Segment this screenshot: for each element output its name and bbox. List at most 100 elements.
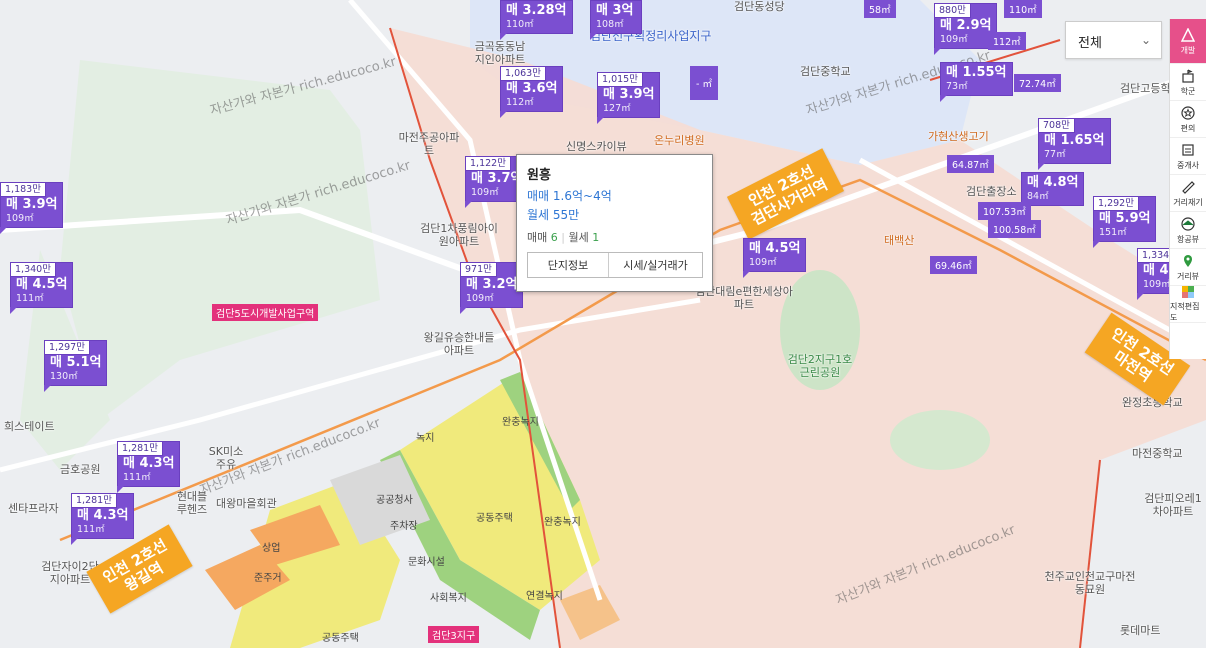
marker-unit-price: 1,281만 xyxy=(117,441,163,456)
marker-tail xyxy=(597,117,604,124)
price-marker[interactable]: 1,340만 매 4.5억 111㎡ xyxy=(10,262,74,314)
area-marker-label: 100.58㎡ xyxy=(988,220,1041,238)
tool-school[interactable]: 학군 xyxy=(1170,64,1206,101)
poi-label[interactable]: 금곡동동남지인아파트 xyxy=(470,40,530,66)
poi-label[interactable]: 태백산 xyxy=(884,234,914,247)
zone-label: 문화시설 xyxy=(408,557,445,568)
zone-label: 연결녹지 xyxy=(526,591,563,602)
price-history-button[interactable]: 시세/실거래가 xyxy=(608,253,702,277)
price-marker[interactable]: 매 3.28억 110㎡ xyxy=(500,0,573,40)
marker-area: 109㎡ xyxy=(466,293,494,304)
marker-price: 매 3억 xyxy=(596,3,634,18)
marker-price: 매 3.9억 xyxy=(6,197,58,212)
marker-unit-price: 1,297만 xyxy=(44,340,90,355)
price-marker[interactable]: 1,063만 매 3.6억 112㎡ xyxy=(500,66,564,118)
poi-label[interactable]: 대왕마을회관 xyxy=(216,497,277,510)
marker-area: 109㎡ xyxy=(471,187,499,198)
rent-count-label: 월세 xyxy=(568,231,589,244)
poi-label[interactable]: 마전주공아파트 xyxy=(396,131,462,157)
marker-price: 매 4.3억 xyxy=(77,508,129,523)
map-canvas[interactable]: 자산가와 자본가 rich.educoco.kr 자산가와 자본가 rich.e… xyxy=(0,0,1206,648)
area-marker[interactable]: 64.87㎡ xyxy=(947,155,994,173)
price-marker[interactable]: 1,297만 매 5.1억 130㎡ xyxy=(44,340,108,392)
poi-label[interactable]: 마전중학교 xyxy=(1132,447,1183,460)
area-marker-label: 110㎡ xyxy=(1004,0,1042,18)
poi-label[interactable]: 검단출장소 xyxy=(966,185,1017,198)
price-marker[interactable]: 매 4.5억 109㎡ xyxy=(743,238,807,278)
poi-label[interactable]: 왕길유승한내들아파트 xyxy=(420,331,498,357)
poi-label[interactable]: 가현산생고기 xyxy=(928,130,989,143)
area-marker[interactable]: 112㎡ xyxy=(988,32,1026,50)
poi-label[interactable]: 롯데마트 xyxy=(1120,624,1160,637)
area-marker[interactable]: 107.53㎡ xyxy=(978,202,1031,220)
area-marker[interactable]: 110㎡ xyxy=(1004,0,1042,18)
price-marker[interactable]: 매 3억 108㎡ xyxy=(590,0,642,40)
zone-tag[interactable]: 검단3지구 xyxy=(428,626,480,643)
marker-unit-price: 1,292만 xyxy=(1093,196,1139,211)
tool-development[interactable]: 개발 xyxy=(1170,19,1206,64)
poi-label[interactable]: 금호공원 xyxy=(60,463,100,476)
poi-label[interactable]: 검단중학교 xyxy=(800,65,851,78)
price-marker[interactable]: 1,281만 매 4.3억 111㎡ xyxy=(117,441,181,493)
tool-cadastral-map[interactable]: 지적편집도 xyxy=(1170,286,1206,323)
area-marker[interactable]: - ㎡ xyxy=(690,66,718,100)
marker-area: 111㎡ xyxy=(77,524,105,535)
poi-label[interactable]: 온누리병원 xyxy=(654,134,705,147)
price-marker[interactable]: 708만 매 1.65억 77㎡ xyxy=(1038,118,1111,170)
area-marker[interactable]: 72.74㎡ xyxy=(1014,74,1061,92)
tool-agent[interactable]: 중개사 xyxy=(1170,138,1206,175)
marker-price: 매 3.6억 xyxy=(506,81,558,96)
zone-label: 사회복지 xyxy=(430,593,467,604)
marker-area: 110㎡ xyxy=(506,19,534,30)
complex-info-button[interactable]: 단지정보 xyxy=(528,253,608,277)
poi-label[interactable]: 신명스카이뷰 xyxy=(566,140,627,153)
price-marker[interactable]: 971만 매 3.2억 109㎡ xyxy=(460,262,524,314)
popup-counts: 매매 6 | 월세 1 xyxy=(527,231,600,244)
zone-label: 주차장 xyxy=(390,521,418,532)
marker-tail xyxy=(44,385,51,392)
poi-label[interactable]: 현대블루헨즈 xyxy=(172,490,212,516)
marker-price: 매 2.9억 xyxy=(940,18,992,33)
poi-label[interactable]: 센타프라자 xyxy=(8,502,59,515)
area-marker-label: - ㎡ xyxy=(690,66,718,100)
area-marker[interactable]: 69.46㎡ xyxy=(930,256,977,274)
poi-label[interactable]: 검단2지구1호근린공원 xyxy=(784,353,856,379)
tool-measure[interactable]: 거리재기 xyxy=(1170,175,1206,212)
price-marker[interactable]: 1,015만 매 3.9억 127㎡ xyxy=(597,72,661,124)
marker-area: 130㎡ xyxy=(50,371,78,382)
poi-label[interactable]: 희스테이트 xyxy=(4,420,55,433)
price-marker[interactable]: 1,292만 매 5.9억 151㎡ xyxy=(1093,196,1157,248)
poi-label[interactable]: 천주교인천교구마전동묘원 xyxy=(1040,570,1140,596)
complex-popup[interactable]: 원흥 매매 1.6억~4억 월세 55만 매매 6 | 월세 1 단지정보 시세… xyxy=(516,154,713,292)
marker-unit-price: 708만 xyxy=(1038,118,1075,133)
sale-count-label: 매매 xyxy=(527,231,548,244)
school-icon xyxy=(1180,68,1196,84)
price-marker[interactable]: 매 1.55억 73㎡ xyxy=(940,62,1013,102)
marker-price: 매 3.7억 xyxy=(471,171,523,186)
tool-convenience[interactable]: 편의 xyxy=(1170,101,1206,138)
marker-tail xyxy=(743,271,750,278)
price-marker[interactable]: 1,183만 매 3.9억 109㎡ xyxy=(0,182,64,234)
area-marker[interactable]: 100.58㎡ xyxy=(988,220,1041,238)
zone-tag[interactable]: 검단5도시개발사업구역 xyxy=(212,304,319,321)
area-marker[interactable]: 58㎡ xyxy=(864,0,896,18)
marker-price: 매 1.55억 xyxy=(946,65,1007,80)
tool-label: 지적편집도 xyxy=(1170,302,1200,322)
tool-aerial-view[interactable]: 항공뷰 xyxy=(1170,212,1206,249)
price-marker[interactable]: 매 4.8억 84㎡ xyxy=(1021,172,1085,212)
poi-label[interactable]: 검단동성당 xyxy=(734,0,785,13)
marker-area: 111㎡ xyxy=(123,472,151,483)
price-marker[interactable]: 1,281만 매 4.3억 111㎡ xyxy=(71,493,135,545)
poi-label[interactable]: SK미소주유 xyxy=(206,445,246,471)
filter-dropdown[interactable]: 전체 ⌄ xyxy=(1065,21,1162,59)
poi-label[interactable]: 검단피오레1차아파트 xyxy=(1140,492,1206,518)
tool-label: 거리재기 xyxy=(1173,197,1203,207)
marker-tail xyxy=(940,95,947,102)
tool-street-view[interactable]: 거리뷰 xyxy=(1170,249,1206,286)
marker-tail xyxy=(465,201,472,208)
poi-label[interactable]: 검단1차풍림아이원아파트 xyxy=(420,222,498,248)
marker-price: 매 5.9억 xyxy=(1099,211,1151,226)
marker-tail xyxy=(590,33,597,40)
marker-tail xyxy=(1093,241,1100,248)
poi-label[interactable]: 검단고등학 xyxy=(1120,82,1171,95)
